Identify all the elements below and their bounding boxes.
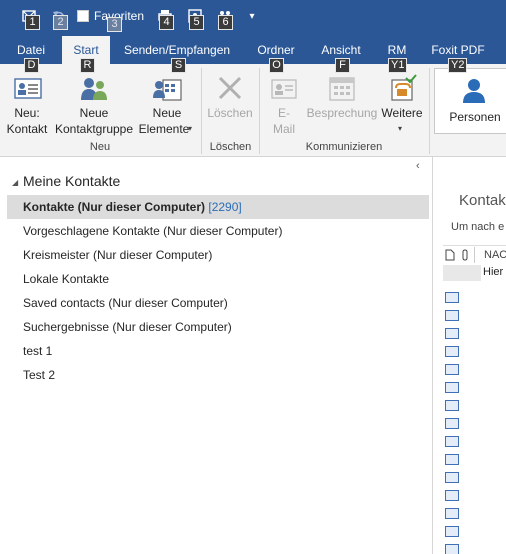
column-divider (474, 247, 475, 263)
contact-card-icon[interactable] (445, 382, 459, 393)
folder-test-2[interactable]: Test 2 (7, 363, 429, 387)
search-input[interactable]: Um nach e (451, 221, 504, 233)
keytip-tab-ordner: O (269, 58, 284, 73)
new-items-label-1: Neue (152, 106, 182, 120)
contact-list-pane: Kontakt Um nach e NAC Hier (433, 157, 506, 554)
document-column-icon[interactable] (445, 249, 455, 264)
new-items-dropdown-icon: ▾ (188, 124, 193, 133)
expand-triangle-icon[interactable]: ◢ (12, 178, 18, 187)
meeting-button[interactable]: Besprechung (306, 70, 378, 140)
email-label-2: Mail (272, 122, 295, 136)
group-label-loeschen: Löschen (209, 141, 252, 153)
keytip-qat-2: 2 (53, 15, 68, 30)
ribbon: Neu: Kontakt Neue Kontaktgruppe Neue Ele… (0, 64, 506, 157)
contact-group-icon (81, 78, 107, 100)
folder-count: [2290] (208, 200, 242, 214)
contact-card-icon[interactable] (445, 292, 459, 303)
folder-suggested-contacts[interactable]: Vorgeschlagene Kontakte (Nur dieser Comp… (7, 219, 429, 243)
new-contact-label-2: Kontakt (6, 122, 48, 136)
calendar-icon (329, 77, 355, 101)
people-button[interactable]: Personen (434, 68, 506, 134)
new-items-button[interactable]: Neue Elemente ▾ (136, 70, 198, 140)
collapse-pane-icon[interactable]: ‹ (416, 160, 420, 172)
keytip-qat-5: 5 (189, 15, 204, 30)
people-label: Personen (449, 110, 501, 124)
contact-card-icon[interactable] (445, 418, 459, 429)
contact-card-icon[interactable] (445, 328, 459, 339)
contact-card-icon[interactable] (445, 400, 459, 411)
delete-x-icon (218, 76, 242, 100)
more-dropdown-icon: ▾ (398, 124, 403, 133)
folder-test-1[interactable]: test 1 (7, 339, 429, 363)
attachment-column-icon[interactable] (461, 249, 471, 264)
email-contact-icon (271, 79, 297, 99)
email-button[interactable]: E- Mail (262, 70, 306, 140)
keytip-tab-rm: Y1 (388, 58, 408, 73)
new-item-hint[interactable]: Hier (483, 266, 503, 278)
person-icon (463, 79, 485, 103)
quick-access-toolbar: Favoriten ▾ (0, 0, 506, 36)
contact-card-icon[interactable] (445, 364, 459, 375)
contact-card-icon[interactable] (445, 526, 459, 537)
ribbon-separator-3 (429, 68, 430, 154)
new-items-icon (153, 79, 182, 101)
contact-card-icon[interactable] (445, 436, 459, 447)
folder-local-contacts[interactable]: Lokale Kontakte (7, 267, 429, 291)
new-contact-button[interactable]: Neu: Kontakt (4, 70, 50, 140)
email-label-1: E- (278, 106, 290, 120)
customize-qat-icon[interactable]: ▾ (244, 4, 260, 28)
more-button[interactable]: Weitere ▾ (378, 70, 426, 140)
more-phone-icon (391, 74, 417, 101)
folder-name: Kontakte (Nur dieser Computer) (23, 200, 206, 214)
meeting-label: Besprechung (306, 106, 378, 120)
contact-card-icon[interactable] (445, 346, 459, 357)
group-label-kommunizieren: Kommunizieren (305, 141, 383, 153)
folder-contacts-local[interactable]: Kontakte (Nur dieser Computer) [2290] (7, 195, 429, 219)
group-label-neu: Neu (89, 141, 111, 153)
keytip-tab-start: R (80, 58, 95, 73)
column-header-name[interactable]: NAC (484, 249, 506, 261)
keytip-tab-foxit: Y2 (448, 58, 468, 73)
contact-list-title: Kontakt (459, 192, 506, 209)
keytip-tab-senden: S (171, 58, 186, 73)
contact-card-icon[interactable] (445, 472, 459, 483)
ribbon-tabs: Datei Start Senden/Empfangen Ordner Ansi… (0, 36, 506, 64)
more-label: Weitere (381, 106, 423, 120)
delete-label: Löschen (207, 106, 253, 120)
contact-card-icon[interactable] (445, 310, 459, 321)
contact-card-icon[interactable] (445, 544, 459, 554)
folder-saved-contacts[interactable]: Saved contacts (Nur dieser Computer) (7, 291, 429, 315)
keytip-qat-3: 3 (107, 17, 122, 32)
delete-button[interactable]: Löschen (204, 70, 256, 140)
keytip-tab-datei: D (24, 58, 39, 73)
folder-search-results[interactable]: Suchergebnisse (Nur dieser Computer) (7, 315, 429, 339)
folder-kreismeister[interactable]: Kreismeister (Nur dieser Computer) (7, 243, 429, 267)
new-contact-group-label-1: Neue (79, 106, 109, 120)
keytip-tab-ansicht: F (335, 58, 350, 73)
my-contacts-header[interactable]: Meine Kontakte (23, 173, 120, 189)
header-divider (443, 245, 506, 246)
new-contact-group-button[interactable]: Neue Kontaktgruppe (52, 70, 136, 140)
new-contact-group-label-2: Kontaktgruppe (54, 122, 134, 136)
keytip-qat-6: 6 (218, 15, 233, 30)
contact-card-icon[interactable] (445, 454, 459, 465)
new-items-label-2: Elemente (138, 122, 190, 136)
new-item-row-marker (443, 265, 481, 281)
new-contact-label-1: Neu: (14, 106, 40, 120)
favorites-checkbox[interactable] (76, 4, 90, 28)
keytip-qat-4: 4 (159, 15, 174, 30)
ribbon-separator-1 (201, 68, 202, 154)
contact-card-icon[interactable] (445, 490, 459, 501)
keytip-qat-1: 1 (25, 15, 40, 30)
contact-card-icon[interactable] (445, 508, 459, 519)
contact-card-icon (14, 78, 42, 99)
